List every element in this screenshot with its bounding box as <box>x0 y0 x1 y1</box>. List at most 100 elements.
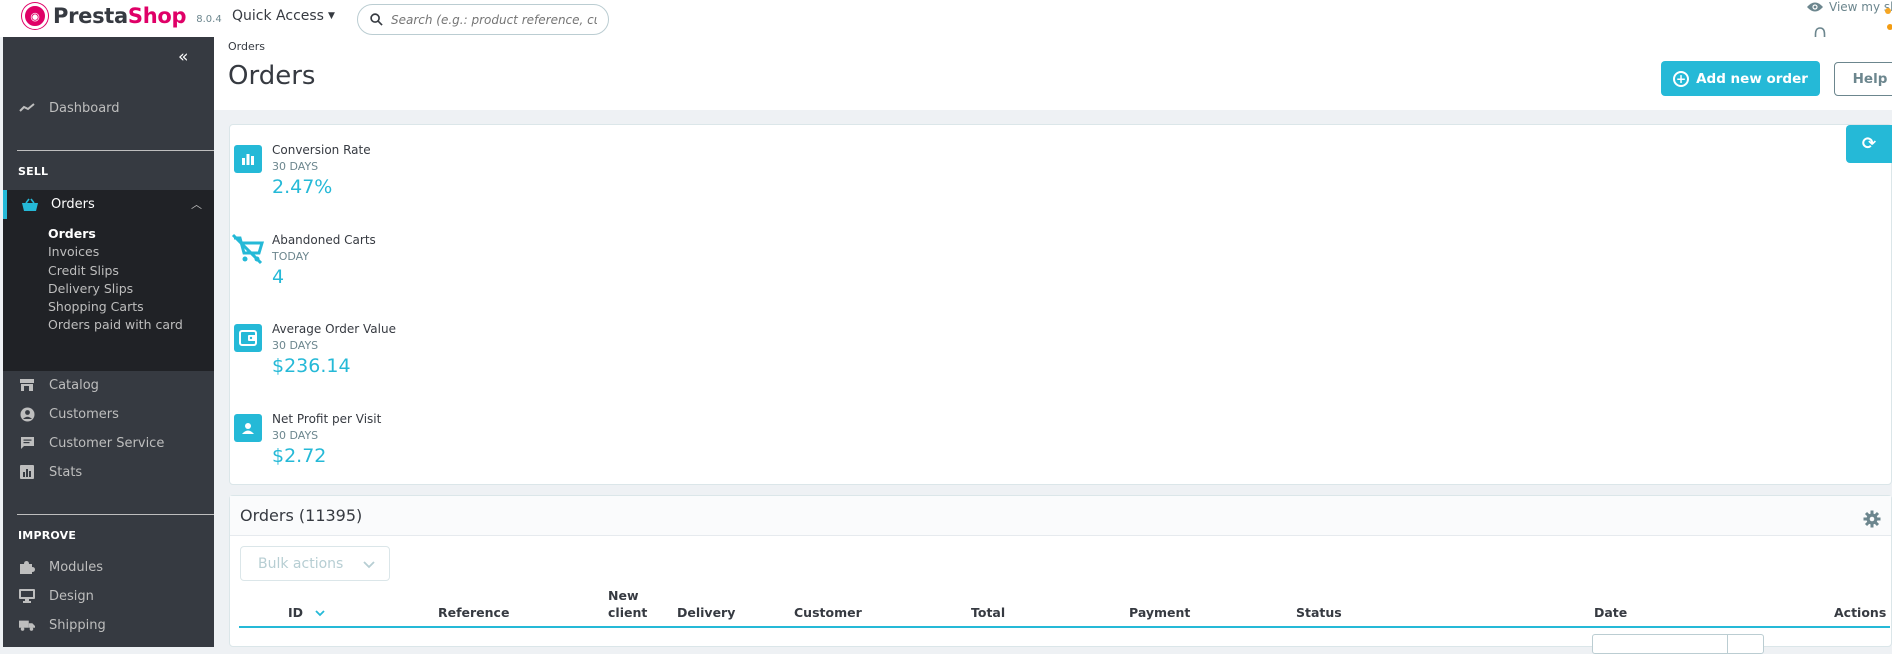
chat-icon <box>19 435 35 451</box>
column-header-new-client[interactable]: New client <box>608 587 647 621</box>
quick-access-dropdown[interactable]: Quick Access ▼ <box>232 8 335 24</box>
breadcrumb[interactable]: Orders <box>228 40 265 53</box>
chevron-up-icon[interactable]: ︿ <box>191 196 202 212</box>
sidebar-item-label: Catalog <box>49 377 99 393</box>
store-icon <box>19 377 35 393</box>
column-header-customer[interactable]: Customer <box>794 605 862 620</box>
orders-submenu: Orders Invoices Credit Slips Delivery Sl… <box>3 219 214 371</box>
bar-chart-icon <box>19 464 35 480</box>
notification-badge <box>1887 24 1892 30</box>
sort-desc-icon[interactable] <box>315 605 326 620</box>
column-header-date[interactable]: Date <box>1594 605 1627 620</box>
column-header-total[interactable]: Total <box>971 605 1005 620</box>
column-header-status[interactable]: Status <box>1296 605 1342 620</box>
version-label: 8.0.4 <box>196 13 222 25</box>
breadcrumb-item[interactable]: Orders <box>228 40 265 53</box>
help-button[interactable]: Help <box>1834 62 1892 96</box>
collapse-sidebar-button[interactable]: « <box>178 47 188 67</box>
orders-grid-card: Orders (11395) Bulk actions ID Reference… <box>229 495 1892 654</box>
add-new-order-button[interactable]: + Add new order <box>1661 61 1820 96</box>
kpi-row: Conversion Rate 30 DAYS 2.47% Abandoned … <box>229 124 1892 485</box>
bar-chart-icon <box>234 145 262 173</box>
help-label: Help <box>1852 71 1888 87</box>
view-my-shop-link[interactable]: View my sh <box>1806 0 1892 14</box>
caret-down-icon: ▼ <box>327 11 335 21</box>
kpi-value: $236.14 <box>272 355 351 377</box>
sidebar-item-label: Customers <box>49 406 119 422</box>
date-filter-input[interactable] <box>1592 634 1764 654</box>
submenu-item-orders[interactable]: Orders <box>48 226 96 241</box>
logo-text: PrestaShop <box>53 4 187 28</box>
brand-shop: Shop <box>127 4 187 28</box>
search-box[interactable] <box>357 4 609 35</box>
kpi-title: Average Order Value <box>272 322 396 336</box>
sidebar-item-label: Customer Service <box>49 435 165 451</box>
sidebar-item-customers[interactable]: Customers <box>3 400 214 428</box>
account-circle-icon <box>19 406 35 422</box>
date-filter-divider <box>1727 635 1728 653</box>
puffin-logo-icon: ◉ <box>22 3 48 29</box>
eye-icon <box>1807 2 1823 12</box>
column-header-label: New <box>608 588 639 603</box>
prestashop-logo[interactable]: ◉ PrestaShop 8.0.4 <box>22 3 222 29</box>
add-new-order-label: Add new order <box>1696 70 1808 87</box>
sidebar-item-modules[interactable]: Modules <box>3 553 214 581</box>
kpi-period: 30 DAYS <box>272 160 319 173</box>
sidebar-item-shipping[interactable]: Shipping <box>3 611 214 639</box>
submenu-item-delivery-slips[interactable]: Delivery Slips <box>48 281 133 296</box>
column-header-label: client <box>608 605 648 620</box>
page-header: Orders Orders + Add new order Help <box>214 37 1892 110</box>
sidebar-item-stats[interactable]: Stats <box>3 458 214 486</box>
sidebar-item-design[interactable]: Design <box>3 582 214 610</box>
submenu-item-invoices[interactable]: Invoices <box>48 244 99 259</box>
sidebar-item-label: Modules <box>49 559 104 575</box>
double-chevron-left-icon: « <box>178 47 189 67</box>
brand-presta: Presta <box>53 4 128 28</box>
sidebar-item-label: Shipping <box>49 617 106 633</box>
sidebar: « Dashboard SELL Orders ︿ Orders Invoice… <box>3 37 214 647</box>
sidebar-item-dashboard[interactable]: Dashboard <box>3 94 214 122</box>
submenu-item-orders-paid-with-card[interactable]: Orders paid with card <box>48 317 183 332</box>
column-header-reference[interactable]: Reference <box>438 605 509 620</box>
sidebar-item-orders[interactable]: Orders ︿ <box>3 190 214 219</box>
sidebar-item-customer-service[interactable]: Customer Service <box>3 429 214 457</box>
kpi-value: 4 <box>272 266 285 288</box>
account-box-icon <box>234 414 262 442</box>
kpi-value: 2.47% <box>272 176 333 198</box>
puzzle-icon <box>19 559 35 575</box>
gear-icon <box>1863 510 1881 528</box>
submenu-item-credit-slips[interactable]: Credit Slips <box>48 263 119 278</box>
sidebar-item-catalog[interactable]: Catalog <box>3 371 214 399</box>
grid-settings-button[interactable] <box>1863 510 1881 532</box>
truck-icon <box>19 617 35 633</box>
kpi-abandoned-carts[interactable]: Abandoned Carts TODAY 4 <box>230 215 650 295</box>
refresh-icon: ⟳ <box>1861 134 1877 154</box>
sidebar-item-label: Design <box>49 588 94 604</box>
kpi-average-order-value[interactable]: Average Order Value 30 DAYS $236.14 <box>230 304 650 384</box>
bulk-actions-button[interactable]: Bulk actions <box>240 546 390 581</box>
page-title: Orders <box>228 61 316 91</box>
sidebar-item-label: Stats <box>49 464 83 480</box>
bulk-actions-label: Bulk actions <box>258 555 344 572</box>
refresh-kpi-button[interactable]: ⟳ <box>1846 125 1892 163</box>
kpi-title: Abandoned Carts <box>272 233 376 247</box>
plus-circle-icon: + <box>1673 70 1690 87</box>
top-header: ◉ PrestaShop 8.0.4 Quick Access▼ View my… <box>0 0 1892 43</box>
shopping-basket-icon <box>21 198 39 212</box>
column-header-actions: Actions <box>1834 605 1887 620</box>
column-header-delivery[interactable]: Delivery <box>677 605 735 620</box>
column-header-id[interactable]: ID <box>288 605 326 620</box>
kpi-net-profit-per-visit[interactable]: Net Profit per Visit 30 DAYS $2.72 <box>230 394 650 474</box>
chevron-down-icon <box>363 557 375 573</box>
search-input[interactable] <box>389 11 599 28</box>
column-header-payment[interactable]: Payment <box>1129 605 1190 620</box>
sidebar-section-sell: SELL <box>18 165 49 178</box>
sidebar-divider <box>17 514 214 515</box>
shop-status-dot <box>1885 8 1891 14</box>
sidebar-section-improve: IMPROVE <box>18 529 77 542</box>
submenu-item-shopping-carts[interactable]: Shopping Carts <box>48 299 144 314</box>
monitor-icon <box>19 588 35 604</box>
kpi-conversion-rate[interactable]: Conversion Rate 30 DAYS 2.47% <box>230 125 650 205</box>
remove-shopping-cart-icon <box>230 232 266 266</box>
table-header-divider <box>239 626 1890 628</box>
